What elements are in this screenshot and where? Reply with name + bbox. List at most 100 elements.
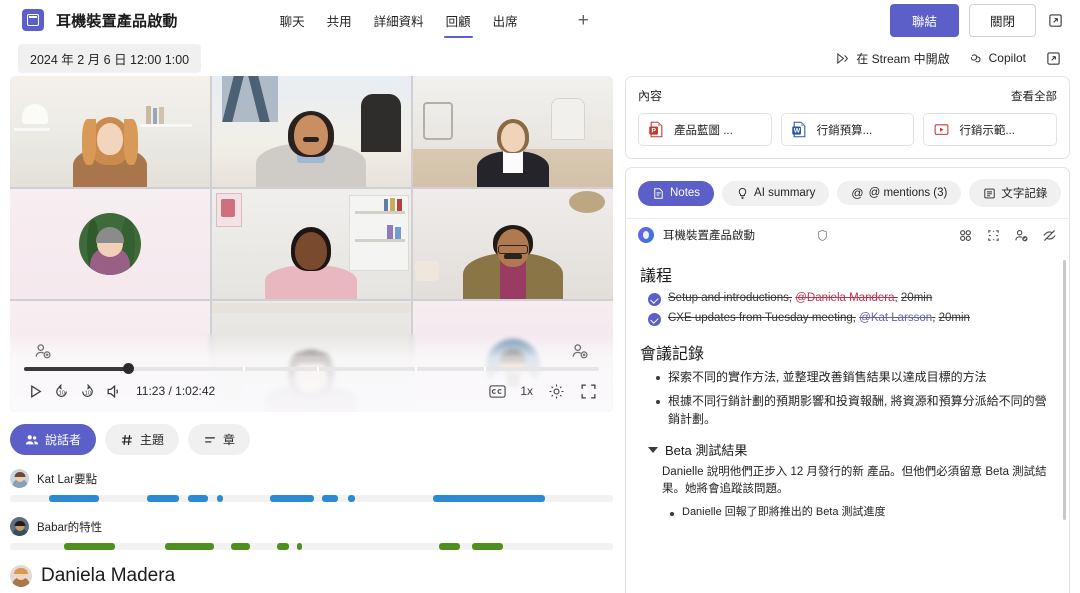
video-tile-participant-4-avatar[interactable] (10, 188, 210, 300)
chip-speakers[interactable]: 說話者 (10, 424, 97, 455)
chip-chapters[interactable]: 章 (188, 424, 251, 455)
video-tile-participant-1[interactable] (10, 76, 210, 187)
beta-sub-bullet-list: Danielle 回報了即將推出的 Beta 測試進度 (668, 505, 1053, 521)
speaker-segment[interactable] (188, 495, 209, 502)
apps-grid-icon[interactable] (958, 228, 973, 243)
view-all-link[interactable]: 查看全部 (1011, 88, 1057, 104)
agenda-item-2-duration: 20min (938, 312, 970, 324)
checkbox-checked-icon[interactable] (648, 313, 661, 326)
svg-text:10: 10 (58, 390, 64, 396)
speaker-segment[interactable] (439, 543, 460, 550)
transcript-icon (984, 188, 996, 198)
add-tab-button[interactable]: + (578, 11, 589, 30)
join-button[interactable]: 聯結 (889, 3, 959, 37)
file-item-word-name: 行銷預算... (816, 124, 873, 137)
scrubber-handle[interactable] (122, 363, 134, 374)
notes-card: Notes AI summary @ @ mentions (3) 文字記錄 耳… (625, 167, 1070, 593)
copilot-button[interactable]: Copilot (968, 51, 1026, 66)
player-scrubber[interactable] (24, 363, 599, 374)
play-icon[interactable] (22, 378, 48, 404)
tab-recap[interactable]: 回顧 (443, 7, 473, 38)
speaker-segment[interactable] (49, 495, 99, 502)
list-icon (205, 436, 215, 443)
agenda-item-2[interactable]: CXE updates from Tuesday meeting, @Kat L… (648, 312, 1053, 326)
video-player[interactable]: @ @ @ (10, 76, 613, 412)
agenda-item-2-mention[interactable]: @Kat Larsson (859, 312, 932, 324)
chip-topics[interactable]: 主題 (105, 424, 180, 455)
speaker-track-1-bar[interactable] (10, 495, 613, 502)
speaker-segment[interactable] (270, 495, 314, 502)
beta-section-header[interactable]: Beta 測試結果 (648, 440, 1053, 459)
rewind-10-icon[interactable]: 10 (48, 378, 74, 404)
tab-transcript[interactable]: 文字記錄 (969, 179, 1062, 207)
notes-tab-row: Notes AI summary @ @ mentions (3) 文字記錄 (626, 168, 1069, 218)
agenda-item-2-text: CXE updates from Tuesday meeting, (668, 312, 856, 324)
frame-copy-icon[interactable] (986, 228, 1001, 243)
speaker-segment[interactable] (147, 495, 179, 502)
beta-sub-bullet-1: Danielle 回報了即將推出的 Beta 測試進度 (668, 505, 1053, 521)
avatar (78, 212, 141, 275)
tab-chat[interactable]: 聊天 (278, 7, 307, 34)
add-person-icon-right[interactable] (571, 342, 589, 360)
speaker-segment[interactable] (63, 543, 115, 550)
expand-icon[interactable] (1044, 49, 1062, 67)
file-item-powerpoint[interactable]: P 產品藍圖 ... (638, 113, 772, 146)
player-button-row: 10 10 11:23 / 1:02:42 1x (22, 378, 601, 404)
tab-mentions[interactable]: @ @ mentions (3) (837, 181, 962, 205)
tab-notes-label: Notes (670, 187, 701, 199)
video-tile-participant-2[interactable] (211, 76, 412, 187)
shield-icon[interactable] (816, 229, 829, 242)
video-tile-participant-5[interactable] (211, 188, 412, 300)
svg-text:10: 10 (84, 390, 90, 396)
closed-captions-icon[interactable] (484, 378, 510, 404)
agenda-item-1-mention[interactable]: @Daniela Mandera (795, 292, 894, 304)
speaker-segment[interactable] (322, 495, 339, 502)
player-time-display: 11:23 / 1:02:42 (136, 384, 216, 398)
notes-content[interactable]: 議程 Setup and introductions, @Daniela Man… (626, 252, 1069, 593)
speaker-timeline-list: Kat Lar要點 Babar的特性 Daniela Madera (10, 469, 613, 587)
speaker-segment[interactable] (164, 543, 214, 550)
people-add-icon[interactable] (1014, 228, 1029, 243)
people-icon (25, 434, 39, 444)
chip-topics-label: 主題 (140, 433, 165, 447)
agenda-item-1[interactable]: Setup and introductions, @Daniela Mander… (648, 292, 1053, 306)
add-person-icon-left[interactable] (34, 342, 52, 360)
top-bar: 耳機裝置產品啟動 聊天 共用 詳細資料 回顧 出席 + 聯結 關閉 (0, 0, 1080, 40)
tab-shared[interactable]: 共用 (325, 7, 354, 34)
close-button[interactable]: 關閉 (968, 3, 1036, 37)
tab-notes[interactable]: Notes (638, 180, 715, 206)
pop-out-icon[interactable] (1046, 11, 1064, 29)
chevron-down-icon[interactable] (648, 446, 658, 453)
volume-icon[interactable] (100, 378, 126, 404)
file-item-word[interactable]: W 行銷預算... (780, 113, 915, 146)
content-card: 內容 查看全部 P 產品藍圖 ... W 行銷預算... 行銷示範... (625, 76, 1070, 159)
filter-chip-row: 說話者 主題 章 (10, 424, 613, 455)
notes-scrollbar[interactable] (1063, 260, 1066, 520)
tab-attendance[interactable]: 出席 (491, 7, 520, 34)
file-item-video[interactable]: 行銷示範... (923, 113, 1058, 146)
tab-details[interactable]: 詳細資料 (372, 7, 426, 34)
open-in-stream-button[interactable]: 在 Stream 中開啟 (835, 50, 950, 67)
file-item-powerpoint-name: 產品藍圖 ... (674, 124, 733, 137)
video-tile-participant-6[interactable] (413, 188, 613, 300)
at-icon: @ (851, 186, 864, 200)
settings-gear-icon[interactable] (543, 378, 569, 404)
speaker-segment[interactable] (347, 495, 355, 502)
tab-ai-summary[interactable]: AI summary (722, 180, 830, 206)
notes-header-actions (958, 228, 1057, 243)
video-tile-participant-3[interactable] (413, 76, 613, 187)
tab-transcript-label: 文字記錄 (1001, 188, 1048, 200)
speaker-segment[interactable] (217, 495, 223, 502)
notes-doc-title: 耳機裝置產品啟動 (663, 230, 755, 242)
speaker-segment[interactable] (230, 543, 250, 550)
checkbox-checked-icon[interactable] (648, 293, 661, 306)
playback-speed-button[interactable]: 1x (516, 384, 537, 398)
speaker-segment[interactable] (297, 543, 302, 550)
speaker-track-2-bar[interactable] (10, 543, 613, 550)
forward-10-icon[interactable]: 10 (74, 378, 100, 404)
speaker-segment[interactable] (433, 495, 546, 502)
speaker-segment[interactable] (471, 543, 504, 550)
speaker-segment[interactable] (276, 543, 289, 550)
eye-off-icon[interactable] (1042, 228, 1057, 243)
fullscreen-icon[interactable] (575, 378, 601, 404)
